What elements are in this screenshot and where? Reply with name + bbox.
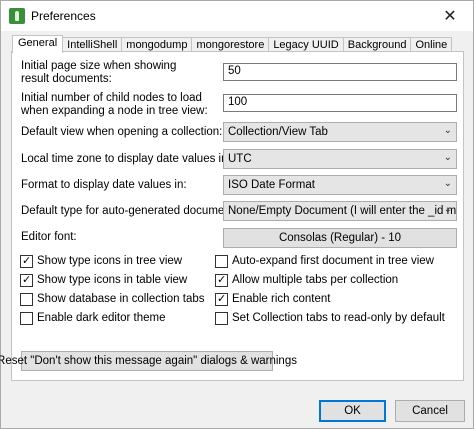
checkbox-label: Auto-expand first document in tree view <box>232 255 434 267</box>
id-type-label: Default type for auto-generated document… <box>21 205 256 217</box>
checkbox-multiple-tabs[interactable]: Allow multiple tabs per collection <box>215 273 398 287</box>
ok-button[interactable]: OK <box>319 400 386 422</box>
preferences-window: Preferences ✕ General IntelliShell mongo… <box>0 0 474 429</box>
checkbox-label: Show type icons in tree view <box>37 255 183 267</box>
checkbox-label: Show type icons in table view <box>37 274 188 286</box>
tab-general[interactable]: General <box>12 35 64 53</box>
id-type-select[interactable]: None/Empty Document (I will enter the _i… <box>223 201 457 221</box>
checkbox-label: Allow multiple tabs per collection <box>232 274 399 286</box>
child-nodes-label-line1: Initial number of child nodes to load <box>21 92 202 104</box>
time-zone-value: UTC <box>228 153 252 165</box>
page-size-label-line2: result documents: <box>21 73 112 85</box>
child-nodes-label: Initial number of child nodes to load wh… <box>21 92 208 118</box>
checkbox-auto-expand[interactable]: Auto-expand first document in tree view <box>215 254 434 268</box>
checkbox-box[interactable] <box>215 311 228 325</box>
checkbox-read-only-tabs[interactable]: Set Collection tabs to read-only by defa… <box>215 311 445 325</box>
checkbox-box[interactable] <box>215 273 228 287</box>
checkbox-label: Enable dark editor theme <box>37 312 166 324</box>
date-format-select[interactable]: ISO Date Format ⌄ <box>223 175 457 195</box>
date-format-value: ISO Date Format <box>228 179 315 191</box>
checkbox-box[interactable] <box>20 273 33 287</box>
default-view-value: Collection/View Tab <box>228 126 328 138</box>
checkbox-show-database[interactable]: Show database in collection tabs <box>20 292 205 306</box>
chevron-down-icon: ⌄ <box>443 152 452 163</box>
title-bar: Preferences ✕ <box>1 1 473 31</box>
editor-font-button[interactable]: Consolas (Regular) - 10 <box>223 228 457 248</box>
time-zone-select[interactable]: UTC ⌄ <box>223 149 457 169</box>
page-size-label-line1: Initial page size when showing <box>21 60 177 72</box>
close-button[interactable]: ✕ <box>427 1 473 31</box>
app-leaf-icon <box>9 8 25 24</box>
chevron-down-icon: ⌄ <box>443 204 452 215</box>
reset-dialogs-button[interactable]: Reset "Don't show this message again" di… <box>0 351 297 371</box>
date-format-label: Format to display date values in: <box>21 179 187 191</box>
checkbox-rich-content[interactable]: Enable rich content <box>215 292 330 306</box>
checkbox-label: Set Collection tabs to read-only by defa… <box>232 312 445 324</box>
checkbox-label: Show database in collection tabs <box>37 293 205 305</box>
tab-strip: General IntelliShell mongodump mongorest… <box>12 35 453 53</box>
cancel-button[interactable]: Cancel <box>395 400 465 422</box>
chevron-down-icon: ⌄ <box>443 178 452 189</box>
page-size-label: Initial page size when showing result do… <box>21 60 176 86</box>
window-title: Preferences <box>31 9 96 23</box>
checkbox-box[interactable] <box>20 254 33 268</box>
time-zone-label: Local time zone to display date values i… <box>21 153 231 165</box>
checkbox-dark-theme[interactable]: Enable dark editor theme <box>20 311 166 325</box>
child-nodes-label-line2: when expanding a node in tree view: <box>21 105 208 117</box>
checkbox-type-icons-tree[interactable]: Show type icons in tree view <box>20 254 182 268</box>
checkbox-box[interactable] <box>20 292 33 306</box>
checkbox-box[interactable] <box>215 292 228 306</box>
checkbox-label: Enable rich content <box>232 293 331 305</box>
child-nodes-input[interactable]: 100 <box>223 94 457 112</box>
chevron-down-icon: ⌄ <box>443 125 452 136</box>
default-view-label: Default view when opening a collection: <box>21 126 223 138</box>
checkbox-box[interactable] <box>215 254 228 268</box>
editor-font-label: Editor font: <box>21 231 77 243</box>
default-view-select[interactable]: Collection/View Tab ⌄ <box>223 122 457 142</box>
checkbox-box[interactable] <box>20 311 33 325</box>
page-size-input[interactable]: 50 <box>223 63 457 81</box>
id-type-value: None/Empty Document (I will enter the _i… <box>228 205 457 217</box>
checkbox-type-icons-table[interactable]: Show type icons in table view <box>20 273 187 287</box>
